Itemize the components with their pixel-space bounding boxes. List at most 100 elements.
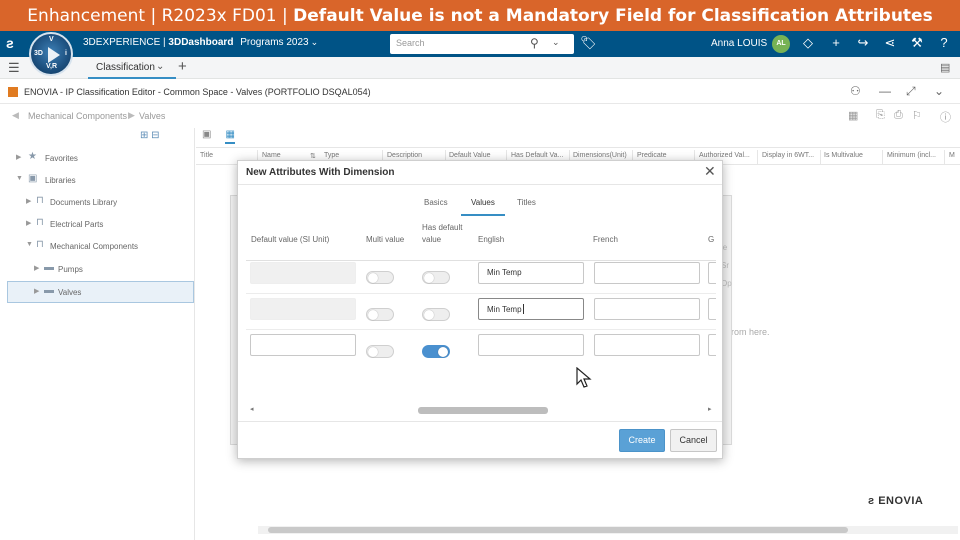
maximize-icon[interactable]: ⤢	[906, 84, 916, 99]
multi-value-toggle[interactable]	[366, 271, 394, 284]
breadcrumb-item[interactable]: Valves	[139, 111, 165, 121]
column-header[interactable]: Dimensions(Unit)	[573, 152, 627, 159]
sort-icon[interactable]: ⇅	[310, 152, 316, 160]
minimize-icon[interactable]: —	[879, 84, 891, 98]
scroll-right-icon[interactable]: ▸	[708, 405, 712, 413]
french-title-input[interactable]	[594, 334, 700, 356]
next-language-input[interactable]	[708, 262, 716, 284]
has-default-toggle[interactable]	[422, 345, 450, 358]
user-settings-icon[interactable]: ⚇	[850, 84, 861, 98]
table-scrollbar[interactable]	[258, 526, 958, 534]
filter-icon[interactable]: ⚐	[912, 109, 922, 122]
english-title-input[interactable]: Min Temp	[478, 298, 584, 320]
tree-item-favorites[interactable]: ▶ ★ Favorites	[10, 148, 190, 170]
compass-right-label: i	[65, 50, 67, 57]
tab-values[interactable]: Values	[461, 198, 505, 216]
column-header[interactable]: M	[949, 152, 955, 159]
tree-tools-icon[interactable]: ⊞ ⊟	[140, 130, 160, 141]
cancel-button[interactable]: Cancel	[670, 429, 717, 452]
brand-label[interactable]: 3DEXPERIENCE | 3DDashboard Programs 2023…	[83, 37, 318, 48]
expand-icon[interactable]: ▶	[26, 197, 31, 205]
forward-icon[interactable]: ↪	[855, 35, 871, 51]
tools-icon[interactable]: ⚒	[909, 35, 925, 51]
values-grid: Default value (SI Unit) Multi value Has …	[246, 216, 716, 408]
column-header[interactable]: Title	[200, 152, 213, 159]
breadcrumb-item[interactable]: Mechanical Components	[28, 111, 127, 121]
info-icon[interactable]: ⓘ	[940, 109, 951, 125]
chevron-down-icon[interactable]: ⌄	[156, 61, 164, 72]
english-title-input[interactable]: Min Temp	[478, 262, 584, 284]
has-default-toggle[interactable]	[422, 308, 450, 321]
scrollbar-thumb[interactable]	[418, 407, 548, 414]
back-arrow-icon[interactable]: ◀	[12, 110, 19, 121]
has-default-toggle[interactable]	[422, 271, 450, 284]
chevron-down-icon[interactable]: ⌄	[934, 84, 944, 98]
default-value-input	[250, 262, 356, 284]
next-language-input[interactable]	[708, 334, 716, 356]
grid-scrollbar[interactable]: ◂ ▸	[248, 405, 716, 414]
multi-value-toggle[interactable]	[366, 308, 394, 321]
create-button[interactable]: Create	[619, 429, 665, 452]
french-title-input[interactable]	[594, 298, 700, 320]
grid-view-icon[interactable]: ▦	[225, 129, 235, 144]
library-icon: ▣	[28, 173, 38, 184]
close-icon[interactable]: ✕	[704, 163, 716, 180]
chevron-down-icon[interactable]: ⌄	[552, 37, 560, 48]
column-header[interactable]: Authorized Val...	[699, 152, 750, 159]
add-icon[interactable]: +	[828, 35, 844, 50]
input-value-wrap: Min Temp	[487, 304, 524, 314]
tab-basics[interactable]: Basics	[424, 198, 448, 216]
tree-label: Favorites	[45, 154, 78, 163]
default-value-input[interactable]	[250, 334, 356, 356]
expand-icon[interactable]: ▶	[34, 287, 39, 295]
expand-icon[interactable]: ▶	[34, 264, 39, 272]
add-tab-icon[interactable]: +	[178, 58, 187, 75]
tag-icon[interactable]: 🏷	[580, 35, 597, 51]
column-header[interactable]: Type	[324, 152, 339, 159]
english-title-input[interactable]	[478, 334, 584, 356]
column-header[interactable]: Default Value	[449, 152, 491, 159]
search-icon[interactable]: ⚲	[530, 36, 539, 50]
header-multi-value: Multi value	[366, 235, 405, 244]
table-icon[interactable]: ▦	[848, 109, 858, 122]
collapse-icon[interactable]: ▼	[26, 241, 33, 248]
next-language-input[interactable]	[708, 298, 716, 320]
search-input[interactable]: Search ⚲ ⌄	[390, 34, 574, 54]
french-title-input[interactable]	[594, 262, 700, 284]
app-logo-icon	[8, 87, 18, 97]
scrollbar-thumb[interactable]	[268, 527, 848, 533]
tile-view-icon[interactable]: ▣	[202, 129, 211, 140]
tree-item-valves[interactable]: ▶ ▬ Valves	[7, 281, 194, 303]
column-header[interactable]: Predicate	[637, 152, 667, 159]
tree-item-electrical-parts[interactable]: ▶ ⊓ Electrical Parts	[20, 214, 190, 236]
multi-value-toggle[interactable]	[366, 345, 394, 358]
column-header[interactable]: Description	[387, 152, 422, 159]
help-icon[interactable]: ?	[936, 35, 952, 50]
tree-item-documents-library[interactable]: ▶ ⊓ Documents Library	[20, 192, 190, 214]
scroll-left-icon[interactable]: ◂	[250, 405, 254, 413]
network-icon[interactable]: ⋖	[882, 35, 898, 51]
print-icon[interactable]: ⎙	[894, 109, 903, 122]
compass-button[interactable]: V 3D i V,R	[29, 32, 73, 76]
tab-titles[interactable]: Titles	[517, 198, 536, 216]
column-header[interactable]: Is Multivalue	[824, 152, 863, 159]
expand-icon[interactable]: ▶	[16, 153, 21, 161]
tab-classification[interactable]: Classification ⌄	[88, 57, 176, 79]
chat-icon[interactable]: ▤	[940, 61, 950, 74]
expand-icon[interactable]: ▶	[26, 219, 31, 227]
user-name[interactable]: Anna LOUIS	[711, 38, 767, 49]
tree-item-mechanical-components[interactable]: ▼ ⊓ Mechanical Components	[20, 236, 190, 258]
share-icon[interactable]: ◇	[800, 35, 816, 51]
header-default-value: Default value (SI Unit)	[251, 235, 330, 244]
tree-item-pumps[interactable]: ▶ ▬ Pumps	[28, 259, 190, 281]
hamburger-icon[interactable]: ☰	[8, 60, 20, 76]
column-header[interactable]: Display in 6WT...	[762, 152, 814, 159]
collapse-icon[interactable]: ▼	[16, 175, 23, 182]
avatar[interactable]: AL	[772, 35, 790, 53]
column-header[interactable]: Has Default Va...	[511, 152, 563, 159]
tree-item-libraries[interactable]: ▼ ▣ Libraries	[10, 170, 190, 192]
export-icon[interactable]: ⎘	[876, 109, 885, 122]
mouse-pointer-icon	[576, 367, 592, 388]
column-header[interactable]: Minimum (incl...	[887, 152, 936, 159]
column-header[interactable]: Name	[262, 152, 281, 159]
